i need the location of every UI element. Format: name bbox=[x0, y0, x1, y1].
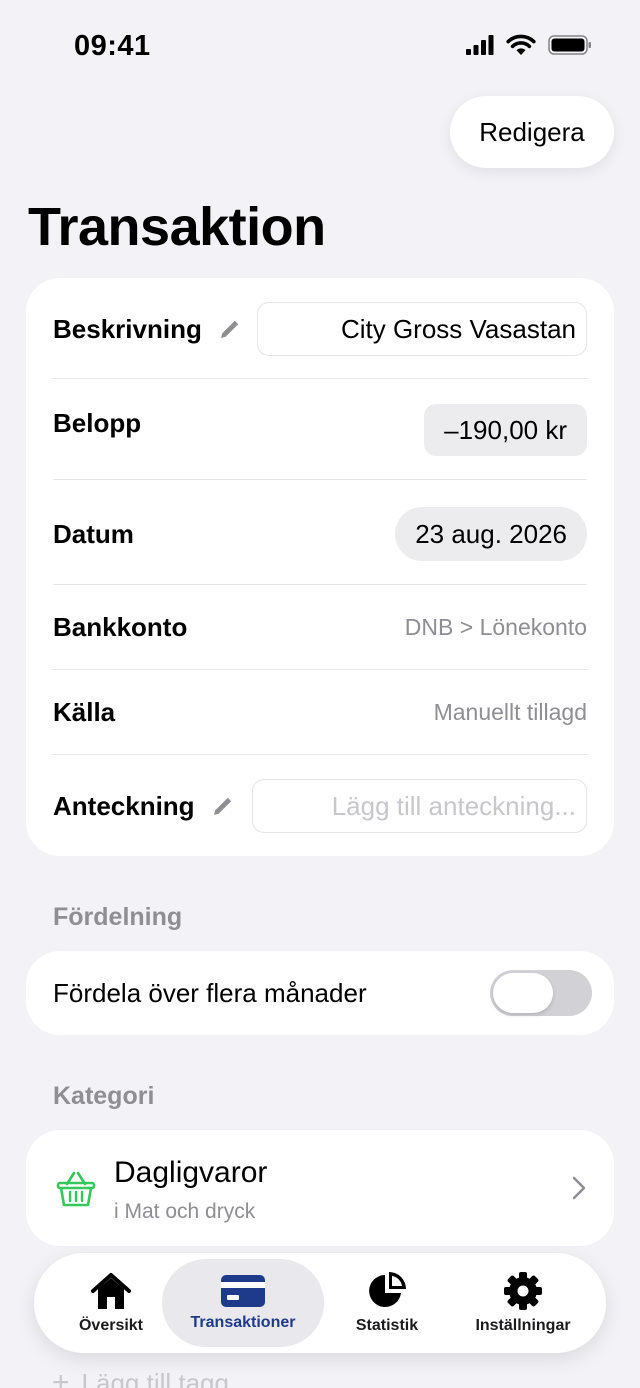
bank-account-label: Bankkonto bbox=[53, 611, 188, 642]
pencil-icon bbox=[213, 797, 231, 815]
amount-field[interactable]: –190,00 kr bbox=[424, 404, 587, 456]
battery-icon bbox=[548, 35, 591, 55]
status-icons bbox=[466, 34, 592, 56]
page-title: Transaktion bbox=[28, 197, 326, 257]
category-name: Dagligvaror bbox=[114, 1156, 268, 1189]
add-tag-button[interactable]: + Lägg till tagg bbox=[52, 1366, 229, 1388]
category-card[interactable]: Dagligvaror i Mat och dryck bbox=[26, 1130, 614, 1246]
distribution-row: Fördela över flera månader bbox=[53, 951, 592, 1035]
status-bar: 09:41 bbox=[0, 0, 640, 96]
pie-chart-icon bbox=[369, 1272, 406, 1307]
plus-icon: + bbox=[52, 1366, 70, 1388]
amount-label: Belopp bbox=[53, 408, 142, 438]
tab-bar: Översikt Transaktioner Statistik Inställ… bbox=[34, 1253, 606, 1353]
card-icon bbox=[221, 1275, 265, 1307]
amount-value: –190,00 kr bbox=[444, 414, 567, 445]
tab-statistics-label: Statistik bbox=[355, 1317, 419, 1334]
tab-transactions-label: Transaktioner bbox=[190, 1314, 296, 1331]
source-row: Källa Manuellt tillagd bbox=[53, 670, 587, 754]
note-row: Anteckning Lägg till anteckning... bbox=[53, 779, 587, 833]
divider bbox=[53, 378, 587, 379]
add-tag-label: Lägg till tagg bbox=[81, 1367, 229, 1388]
tab-overview-label: Översikt bbox=[78, 1317, 144, 1334]
edit-button[interactable]: Redigera bbox=[450, 96, 614, 168]
chevron-right-icon bbox=[572, 1176, 586, 1200]
category-parent: i Mat och dryck bbox=[114, 1200, 256, 1223]
cellular-signal-icon bbox=[466, 35, 494, 55]
tab-settings-label: Inställningar bbox=[475, 1317, 571, 1334]
tab-settings[interactable]: Inställningar bbox=[460, 1259, 586, 1347]
date-row: Datum 23 aug. 2026 bbox=[53, 507, 587, 561]
distribution-card: Fördela över flera månader bbox=[26, 951, 614, 1035]
status-time: 09:41 bbox=[74, 30, 151, 62]
gear-icon bbox=[504, 1272, 542, 1310]
tab-transactions[interactable]: Transaktioner bbox=[162, 1259, 324, 1347]
description-field[interactable]: City Gross Vasastan bbox=[257, 302, 587, 356]
note-label: Anteckning bbox=[53, 790, 195, 821]
tab-statistics[interactable]: Statistik bbox=[332, 1259, 442, 1347]
source-value: Manuellt tillagd bbox=[433, 698, 587, 725]
distribution-header: Fördelning bbox=[53, 903, 183, 931]
date-picker[interactable]: 23 aug. 2026 bbox=[395, 507, 587, 561]
amount-row: Belopp –190,00 kr bbox=[53, 404, 587, 456]
wifi-icon bbox=[506, 34, 536, 55]
description-label: Beskrivning bbox=[53, 313, 202, 344]
bank-account-value: DNB > Lönekonto bbox=[404, 613, 587, 640]
toggle-knob bbox=[493, 973, 553, 1013]
source-label: Källa bbox=[53, 696, 116, 727]
pencil-icon bbox=[220, 320, 239, 338]
date-value: 23 aug. 2026 bbox=[415, 518, 567, 549]
bank-account-row: Bankkonto DNB > Lönekonto bbox=[53, 585, 587, 669]
house-icon bbox=[91, 1273, 131, 1309]
divider bbox=[53, 479, 587, 480]
transaction-details-card: Beskrivning City Gross Vasastan Belopp –… bbox=[26, 278, 614, 856]
divider bbox=[53, 754, 587, 755]
note-field[interactable]: Lägg till anteckning... bbox=[252, 779, 587, 833]
tab-overview[interactable]: Översikt bbox=[56, 1259, 166, 1347]
category-header: Kategori bbox=[53, 1082, 155, 1110]
basket-icon bbox=[56, 1171, 96, 1207]
distribution-toggle-label: Fördela över flera månader bbox=[53, 977, 367, 1008]
description-value: City Gross Vasastan bbox=[340, 313, 576, 344]
note-placeholder: Lägg till anteckning... bbox=[331, 790, 576, 821]
distribution-toggle[interactable] bbox=[490, 970, 592, 1016]
date-label: Datum bbox=[53, 518, 134, 549]
description-row: Beskrivning City Gross Vasastan bbox=[53, 302, 587, 356]
